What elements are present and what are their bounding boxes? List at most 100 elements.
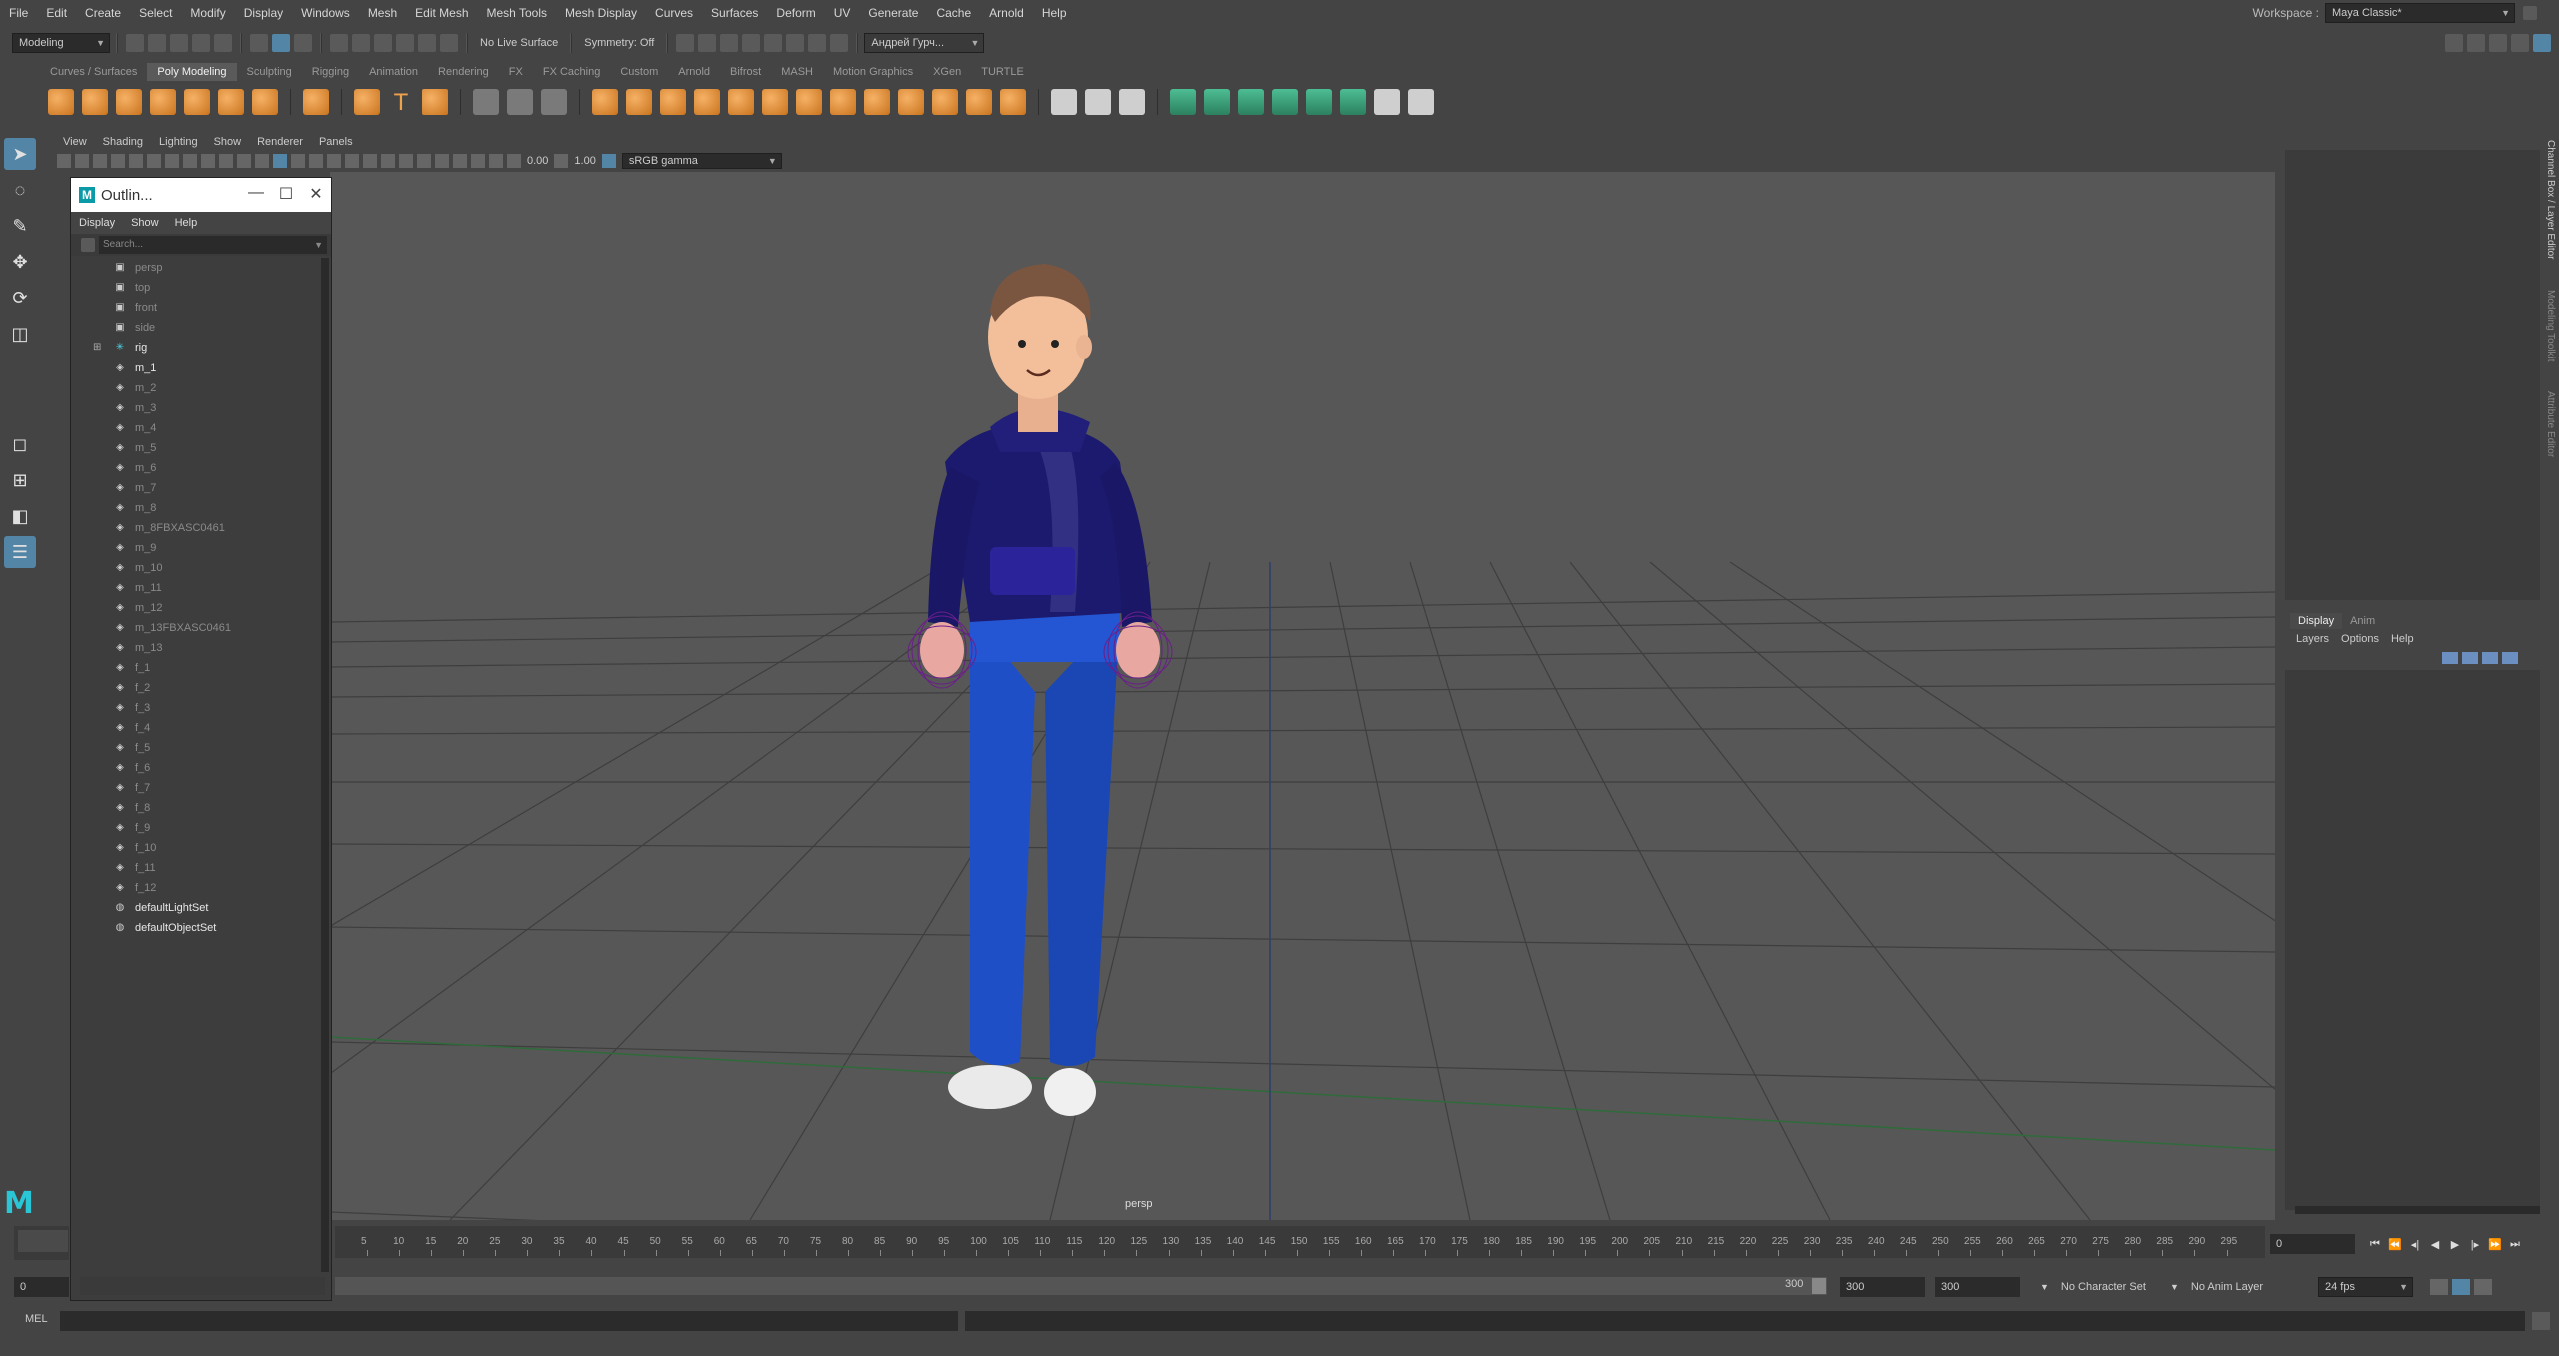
- outliner-item[interactable]: ▣ front: [71, 298, 321, 318]
- outliner-item[interactable]: ◈ m_11: [71, 578, 321, 598]
- extrude-icon[interactable]: [1170, 89, 1196, 115]
- outliner-item[interactable]: ◈ m_5: [71, 438, 321, 458]
- single-perspective-view-icon[interactable]: ◻: [4, 428, 36, 460]
- isolate-select-icon[interactable]: [453, 154, 467, 168]
- poly-disc-icon[interactable]: [252, 89, 278, 115]
- user-account-dropdown[interactable]: Андрей Гурч... ▼: [864, 33, 985, 53]
- combine-icon[interactable]: [592, 89, 618, 115]
- outliner-item[interactable]: ◈ f_3: [71, 698, 321, 718]
- outliner-item[interactable]: ◈ m_6: [71, 458, 321, 478]
- layer-tab-anim[interactable]: Anim: [2342, 613, 2383, 629]
- menu-uv[interactable]: UV: [825, 0, 860, 26]
- shelf-tab-rendering[interactable]: Rendering: [428, 63, 499, 81]
- outliner-item[interactable]: ◈ m_12: [71, 598, 321, 618]
- menu-windows[interactable]: Windows: [292, 0, 359, 26]
- outliner-menu-show[interactable]: Show: [123, 217, 167, 229]
- playback-end-field[interactable]: 300: [1840, 1277, 1925, 1297]
- step-forward-frame-icon[interactable]: |▸: [2465, 1238, 2485, 1251]
- channel-box-toggle-icon[interactable]: [2533, 34, 2551, 52]
- shelf-tab-arnold[interactable]: Arnold: [668, 63, 720, 81]
- minimize-icon[interactable]: —: [246, 184, 266, 204]
- motion-blur-icon[interactable]: [399, 154, 413, 168]
- viewport-menu-shading[interactable]: Shading: [95, 136, 151, 148]
- default-material-icon[interactable]: [291, 154, 305, 168]
- exposure-icon[interactable]: [507, 154, 521, 168]
- lasso-tool-icon[interactable]: ◌: [4, 174, 36, 206]
- shelf-tab-fx-caching[interactable]: FX Caching: [533, 63, 610, 81]
- remesh-icon[interactable]: [864, 89, 890, 115]
- persp-outliner-icon[interactable]: ◧: [4, 500, 36, 532]
- select-component-icon[interactable]: [294, 34, 312, 52]
- command-input[interactable]: [60, 1311, 958, 1331]
- shelf-tab-poly-modeling[interactable]: Poly Modeling: [147, 63, 237, 81]
- move-tool-icon[interactable]: ✥: [4, 246, 36, 278]
- depth-of-field-icon[interactable]: [435, 154, 449, 168]
- menu-display[interactable]: Display: [235, 0, 292, 26]
- bool-union-icon[interactable]: [728, 89, 754, 115]
- xray-joints-icon[interactable]: [489, 154, 503, 168]
- move-layer-down-icon[interactable]: [2462, 652, 2478, 664]
- menu-cache[interactable]: Cache: [927, 0, 980, 26]
- new-layer-from-selection-icon[interactable]: [2502, 652, 2518, 664]
- wireframe-icon[interactable]: [255, 154, 269, 168]
- script-editor-icon[interactable]: [2532, 1312, 2550, 1330]
- open-scene-icon[interactable]: [148, 34, 166, 52]
- svg-icon[interactable]: [422, 89, 448, 115]
- bevel-icon[interactable]: [1238, 89, 1264, 115]
- gamma-value[interactable]: 1.00: [574, 155, 595, 167]
- poly-torus-icon[interactable]: [184, 89, 210, 115]
- character-set-selector[interactable]: ▼ No Character Set: [2040, 1277, 2152, 1297]
- lights-icon[interactable]: [345, 154, 359, 168]
- snap-point-icon[interactable]: [374, 34, 392, 52]
- select-object-icon[interactable]: [272, 34, 290, 52]
- step-back-key-icon[interactable]: ⏪: [2385, 1238, 2405, 1251]
- menu-select[interactable]: Select: [130, 0, 181, 26]
- range-start-field[interactable]: [80, 1277, 325, 1295]
- outliner-item[interactable]: ▣ top: [71, 278, 321, 298]
- smooth-shade-icon[interactable]: [273, 154, 287, 168]
- grid-icon[interactable]: [129, 154, 143, 168]
- layout-icon[interactable]: [2511, 34, 2529, 52]
- outliner-item[interactable]: ◈ f_4: [71, 718, 321, 738]
- outliner-item[interactable]: ◈ f_11: [71, 858, 321, 878]
- bookmark-icon[interactable]: [93, 154, 107, 168]
- chevron-down-icon[interactable]: ▼: [314, 236, 323, 254]
- layer-menu-layers[interactable]: Layers: [2290, 633, 2335, 645]
- rotate-tool-icon[interactable]: ⟳: [4, 282, 36, 314]
- insert-edge-loop-icon[interactable]: [1085, 89, 1111, 115]
- move-layer-up-icon[interactable]: [2442, 652, 2458, 664]
- camera-select-icon[interactable]: [57, 154, 71, 168]
- viewport-menu-show[interactable]: Show: [206, 136, 250, 148]
- reduce-icon[interactable]: [830, 89, 856, 115]
- snap-curve-icon[interactable]: [352, 34, 370, 52]
- menu-mesh-display[interactable]: Mesh Display: [556, 0, 646, 26]
- step-forward-key-icon[interactable]: ⏩: [2485, 1238, 2505, 1251]
- outliner-item[interactable]: ◈ m_10: [71, 558, 321, 578]
- anim-layer-selector[interactable]: ▼ No Anim Layer: [2170, 1277, 2269, 1297]
- side-tab-modeling-toolkit[interactable]: Modeling Toolkit: [2545, 290, 2556, 362]
- gamma-icon[interactable]: [554, 154, 569, 168]
- outliner-search-input[interactable]: Search... ▼: [99, 236, 327, 254]
- viewport-menu-renderer[interactable]: Renderer: [249, 136, 311, 148]
- arnold-ipr-icon[interactable]: [808, 34, 827, 52]
- quad-draw-icon[interactable]: [1374, 89, 1400, 115]
- snap-grid-icon[interactable]: [330, 34, 348, 52]
- target-weld-icon[interactable]: [1340, 89, 1366, 115]
- paint-select-tool-icon[interactable]: ✎: [4, 210, 36, 242]
- mode-dropdown[interactable]: Modeling ▼: [12, 33, 110, 53]
- 3d-viewport[interactable]: [330, 172, 2275, 1220]
- menu-edit-mesh[interactable]: Edit Mesh: [406, 0, 477, 26]
- wireframe-on-shaded-icon[interactable]: [309, 154, 323, 168]
- animation-end-field[interactable]: 300: [1935, 1277, 2020, 1297]
- menu-help[interactable]: Help: [1033, 0, 1076, 26]
- shadows-icon[interactable]: [363, 154, 377, 168]
- menu-arnold[interactable]: Arnold: [980, 0, 1033, 26]
- outliner-item[interactable]: ◈ m_2: [71, 378, 321, 398]
- camera-attr-icon[interactable]: [75, 154, 89, 168]
- select-hierarchy-icon[interactable]: [250, 34, 268, 52]
- outliner-item[interactable]: ▣ side: [71, 318, 321, 338]
- side-tab-channel-box-layer-editor[interactable]: Channel Box / Layer Editor: [2545, 140, 2556, 260]
- color-management-icon[interactable]: [601, 154, 616, 168]
- ipr-icon[interactable]: [720, 34, 739, 52]
- menu-modify[interactable]: Modify: [181, 0, 234, 26]
